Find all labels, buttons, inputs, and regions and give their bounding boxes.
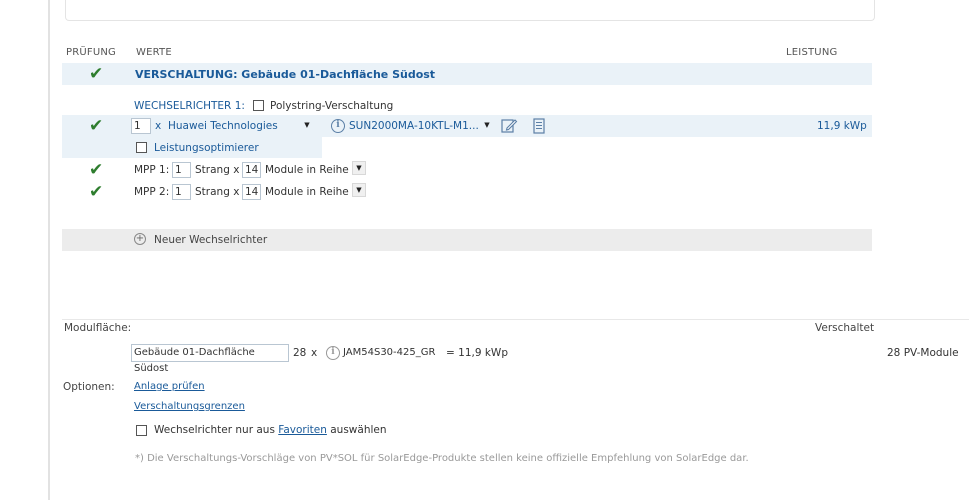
chevron-down-icon[interactable]: ▼	[300, 118, 314, 132]
chevron-down-icon[interactable]: ▼	[352, 161, 366, 175]
top-panel	[65, 0, 875, 21]
optimizer-checkbox[interactable]	[136, 142, 147, 153]
modules-label: Module in Reihe	[265, 164, 349, 176]
check-system-link[interactable]: Anlage prüfen	[134, 381, 205, 392]
header-leistung: LEISTUNG	[786, 47, 838, 58]
add-icon[interactable]: +	[134, 233, 146, 245]
header-pruefung: PRÜFUNG	[66, 47, 116, 58]
pv-module-count: 28 PV-Module	[887, 347, 959, 359]
check-icon: ✔	[89, 182, 104, 202]
mpp-label: MPP 2:	[134, 186, 170, 198]
favorites-option: Wechselrichter nur aus Favoriten auswähl…	[154, 424, 387, 436]
edit-icon[interactable]	[500, 117, 518, 135]
mpp-label: MPP 1:	[134, 164, 170, 176]
inverter-model-select[interactable]: SUN2000MA-10KTL-M1...	[349, 120, 479, 132]
modules-input[interactable]: 14	[242, 162, 261, 178]
strang-label: Strang x	[195, 164, 240, 176]
section-divider	[62, 319, 969, 320]
manufacturer-select[interactable]: Huawei Technologies	[168, 120, 278, 132]
favorites-link[interactable]: Favoriten	[278, 424, 327, 436]
modules-label: Module in Reihe	[265, 186, 349, 198]
check-icon: ✔	[89, 64, 104, 84]
info-icon[interactable]: i	[326, 346, 340, 360]
options-label: Optionen:	[63, 381, 115, 393]
module-area-select[interactable]: Gebäude 01-Dachfläche Südost	[131, 344, 289, 374]
chevron-down-icon[interactable]: ▼	[480, 118, 494, 132]
optimizer-label: Leistungsoptimierer	[154, 142, 259, 154]
verschaltung-title: VERSCHALTUNG: Gebäude 01-Dachfläche Südo…	[135, 68, 436, 81]
favorites-checkbox[interactable]	[136, 425, 147, 436]
polystring-checkbox[interactable]	[253, 100, 264, 111]
times-label: x	[155, 120, 162, 132]
favorites-suffix: auswählen	[330, 424, 387, 436]
times-label: x	[311, 347, 318, 359]
info-icon[interactable]: i	[331, 119, 345, 133]
module-type: JAM54S30-425_GR	[343, 347, 436, 358]
check-icon: ✔	[89, 116, 104, 136]
check-icon: ✔	[89, 160, 104, 180]
inverter-power: 11,9 kWp	[817, 120, 867, 132]
favorites-prefix: Wechselrichter nur aus	[154, 424, 275, 436]
limits-link[interactable]: Verschaltungsgrenzen	[134, 401, 245, 412]
strang-label: Strang x	[195, 186, 240, 198]
module-count: 28	[293, 347, 307, 359]
inverter-label: WECHSELRICHTER 1:	[134, 100, 245, 112]
footnote: *) Die Verschaltungs-Vorschläge von PV*S…	[135, 453, 749, 464]
new-inverter-button[interactable]: Neuer Wechselrichter	[154, 234, 267, 246]
connected-label: Verschaltet	[815, 322, 875, 334]
header-werte: WERTE	[136, 47, 172, 58]
chevron-down-icon[interactable]: ▼	[352, 183, 366, 197]
modules-input[interactable]: 14	[242, 184, 261, 200]
datasheet-icon[interactable]	[530, 117, 548, 135]
module-area-label: Modulfläche:	[64, 322, 132, 334]
inverter-count-input[interactable]: 1	[131, 118, 151, 134]
left-divider	[48, 0, 50, 500]
strings-input[interactable]: 1	[172, 162, 191, 178]
strings-input[interactable]: 1	[172, 184, 191, 200]
polystring-label: Polystring-Verschaltung	[270, 100, 394, 112]
module-power: = 11,9 kWp	[446, 347, 508, 359]
